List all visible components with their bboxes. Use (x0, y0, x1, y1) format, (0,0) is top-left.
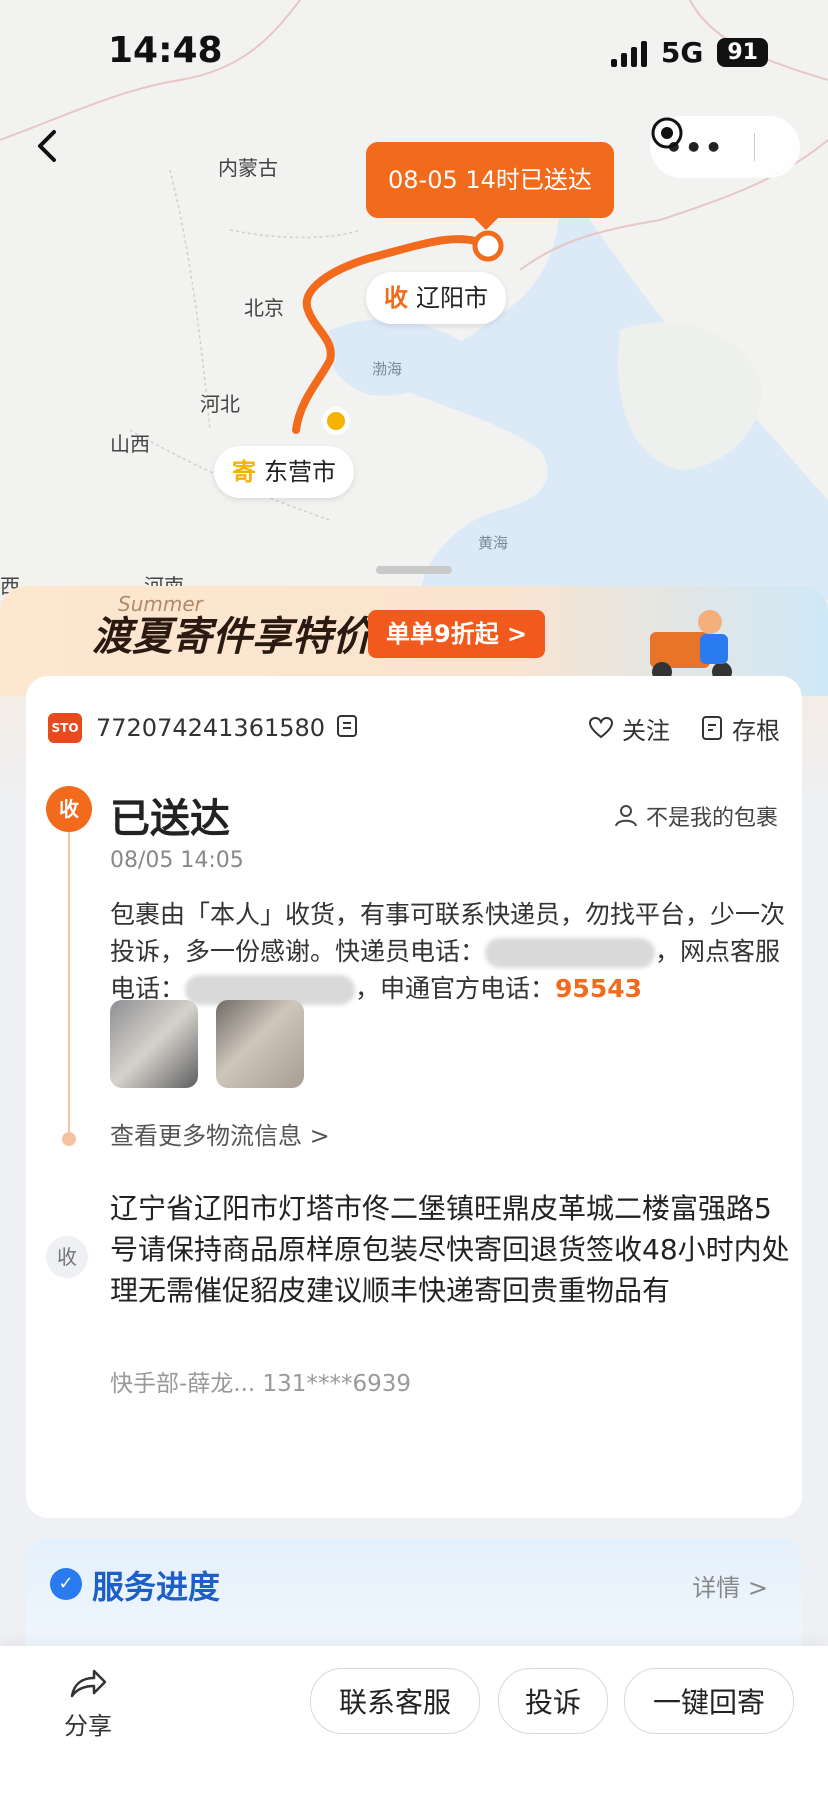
not-my-package-button[interactable]: 不是我的包裹 (614, 800, 778, 832)
send-city-pin: 寄东营市 (214, 446, 354, 498)
hotline-number[interactable]: 95543 (555, 974, 642, 1003)
share-label: 分享 (64, 1712, 112, 1740)
timeline-line (68, 832, 70, 1132)
sheet-drag-handle[interactable] (376, 566, 452, 574)
detail-sheet: Summer 渡夏寄件享特价 单单9折起 > STO 7720742413615… (0, 586, 828, 1795)
delivered-bubble: 08-05 14时已送达 (366, 142, 614, 230)
service-title: 服务进度 (92, 1568, 221, 1606)
receive-city: 辽阳市 (416, 284, 488, 312)
receive-city-pin: 收辽阳市 (366, 272, 506, 324)
more-logistics-link[interactable]: 查看更多物流信息 > (110, 1116, 330, 1151)
complain-button[interactable]: 投诉 (498, 1668, 608, 1734)
stub-button[interactable]: 存根 (700, 711, 780, 746)
blurred-phone (485, 938, 656, 968)
send-tag: 寄 (232, 458, 256, 486)
person-icon (614, 805, 637, 827)
receive-tag: 收 (384, 284, 408, 312)
receipt-icon (702, 716, 722, 740)
timeline-end-dot (62, 1132, 76, 1146)
send-city: 东营市 (264, 458, 336, 486)
shield-icon: ✓ (50, 1568, 82, 1600)
map-label-bohai: 渤海 (372, 360, 403, 378)
tracking-number: 772074241361580 (96, 714, 326, 742)
delivery-photo[interactable] (110, 1000, 198, 1088)
contact-service-button[interactable]: 联系客服 (310, 1668, 480, 1734)
not-my-package-label: 不是我的包裹 (645, 806, 778, 831)
service-detail-link[interactable]: 详情 > (692, 1568, 768, 1603)
map-label-neimenggu: 内蒙古 (218, 156, 278, 180)
receiver-contact: 快手部-薛龙... 131****6939 (110, 1371, 411, 1397)
carrier-logo: STO (48, 713, 82, 743)
heart-icon (588, 716, 614, 739)
stub-label: 存根 (732, 716, 780, 745)
mini-program-capsule: ••• (650, 116, 800, 178)
status-dot: 收 (46, 786, 92, 832)
return-button[interactable]: 一键回寄 (624, 1668, 794, 1734)
status-time: 14:48 (108, 30, 223, 71)
signal-icon (610, 39, 647, 67)
delivery-photo[interactable] (216, 1000, 304, 1088)
bottom-action-bar: 分享 联系客服 投诉 一键回寄 (0, 1646, 828, 1795)
map-label-hebei: 河北 (200, 392, 240, 416)
network-type: 5G (660, 36, 704, 69)
map-label-shanxi: 山西 (110, 432, 150, 456)
address-dot: 收 (46, 1236, 88, 1278)
delivery-scooter-illustration (640, 606, 750, 686)
banner-text: 渡夏寄件享特价 (92, 613, 372, 660)
package-card: STO 772074241361580 关注 存根 收 已送达 不是我的包裹 0… (26, 676, 802, 1518)
share-button[interactable]: 分享 (58, 1668, 118, 1741)
back-icon[interactable] (28, 126, 68, 166)
follow-label: 关注 (622, 716, 670, 745)
map-label-beijing: 北京 (244, 296, 284, 320)
banner-button[interactable]: 单单9折起 > (368, 610, 546, 658)
battery-icon: 91 (717, 38, 768, 67)
delivery-time: 08/05 14:05 (110, 848, 244, 873)
copy-icon[interactable] (335, 713, 361, 743)
share-icon (70, 1669, 107, 1698)
route-map[interactable]: 内蒙古 北京 河北 山西 河南 西 渤海 黄海 14:48 5G 91 ••• … (0, 0, 828, 600)
follow-button[interactable]: 关注 (588, 711, 670, 746)
receive-address: 辽宁省辽阳市灯塔市佟二堡镇旺鼎皮革城二楼富强路5号请保持商品原样原包装尽快寄回退… (110, 1192, 790, 1307)
delivery-status: 已送达 (110, 796, 230, 842)
delivery-description: 包裹由「本人」收货，有事可联系快递员，勿找平台，少一次投诉，多一份感谢。快递员电… (110, 900, 786, 1005)
map-label-huanghai: 黄海 (478, 534, 509, 552)
tracking-row: STO 772074241361580 关注 存根 (48, 706, 780, 750)
status-icons: 5G 91 (610, 36, 768, 69)
